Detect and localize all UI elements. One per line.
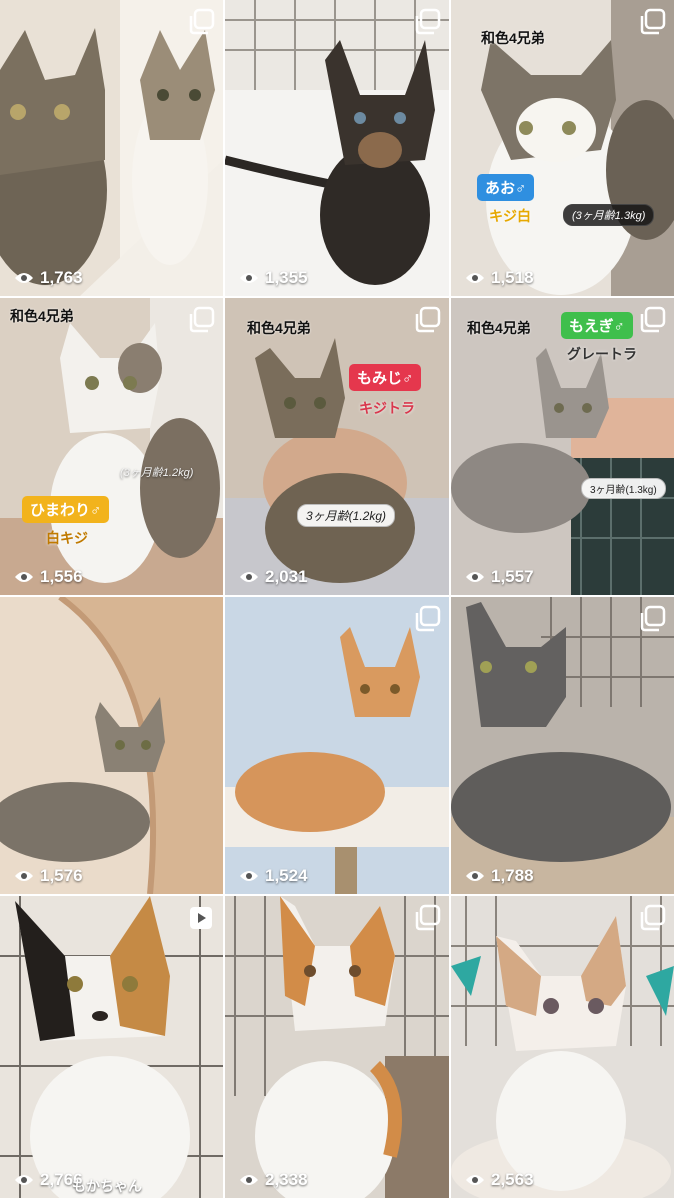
grid-tile[interactable]: 1,763 bbox=[0, 0, 223, 296]
cat-name-tag: もみじ♂ bbox=[349, 364, 422, 391]
view-count-text: 1,763 bbox=[40, 268, 83, 287]
grid-tile[interactable]: 1,355 bbox=[225, 0, 449, 296]
coat-pattern: グレートラ bbox=[567, 346, 637, 362]
eye-icon bbox=[239, 570, 259, 584]
tile-image bbox=[451, 597, 674, 894]
grid-tile[interactable]: 2,766 もかちゃん bbox=[0, 896, 223, 1198]
cat-name-caption: もかちゃん bbox=[72, 1178, 142, 1194]
grid-tile[interactable]: 1,788 bbox=[451, 597, 674, 894]
tile-image bbox=[225, 0, 449, 296]
eye-icon bbox=[465, 1173, 485, 1187]
grid-tile[interactable]: 2,338 bbox=[225, 896, 449, 1198]
coat-pattern: 白キジ bbox=[46, 530, 88, 546]
play-icon bbox=[187, 904, 215, 932]
grid-tile[interactable]: 和色4兄弟 もえぎ♂ グレートラ 3ヶ月齢(1.3kg) 1,557 bbox=[451, 298, 674, 595]
grid-tile[interactable]: 1,524 bbox=[225, 597, 449, 894]
multi-photo-icon bbox=[413, 904, 441, 932]
grid-tile[interactable]: 1,576 bbox=[0, 597, 223, 894]
view-count: 1,788 bbox=[465, 866, 534, 886]
view-count: 1,763 bbox=[14, 268, 83, 288]
cat-name-tag: ひまわり♂ bbox=[22, 496, 110, 523]
coat-pattern: キジトラ bbox=[359, 400, 415, 416]
view-count: 1,524 bbox=[239, 866, 308, 886]
view-count: 1,576 bbox=[14, 866, 83, 886]
post-caption: 和色4兄弟 bbox=[247, 320, 311, 336]
multi-photo-icon bbox=[638, 306, 666, 334]
cat-name-tag: もえぎ♂ bbox=[561, 312, 633, 339]
grid-tile[interactable]: 和色4兄弟 もみじ♂ キジトラ 3ヶ月齢(1.2kg) 2,031 bbox=[225, 298, 449, 595]
view-count-text: 1,788 bbox=[491, 866, 534, 885]
view-count: 1,557 bbox=[465, 567, 534, 587]
multi-photo-icon bbox=[638, 8, 666, 36]
eye-icon bbox=[239, 271, 259, 285]
tile-image bbox=[451, 896, 674, 1198]
view-count: 2,338 bbox=[239, 1170, 308, 1190]
eye-icon bbox=[14, 570, 34, 584]
multi-photo-icon bbox=[413, 306, 441, 334]
post-caption: 和色4兄弟 bbox=[481, 30, 545, 46]
tile-image bbox=[225, 597, 449, 894]
age-weight-label: 3ヶ月齢(1.2kg) bbox=[297, 504, 396, 527]
multi-photo-icon bbox=[187, 306, 215, 334]
eye-icon bbox=[14, 1173, 34, 1187]
eye-icon bbox=[465, 869, 485, 883]
eye-icon bbox=[239, 1173, 259, 1187]
eye-icon bbox=[14, 271, 34, 285]
view-count-text: 1,557 bbox=[491, 567, 534, 586]
age-weight-label: (3ヶ月齢1.3kg) bbox=[563, 204, 655, 226]
multi-photo-icon bbox=[638, 904, 666, 932]
tile-image bbox=[0, 896, 223, 1198]
tile-image bbox=[451, 298, 674, 595]
multi-photo-icon bbox=[187, 8, 215, 36]
view-count: 2,031 bbox=[239, 567, 308, 587]
view-count-text: 1,576 bbox=[40, 866, 83, 885]
tile-image bbox=[0, 0, 223, 296]
grid-tile[interactable]: 和色4兄弟 あお♂ キジ白 (3ヶ月齢1.3kg) 1,518 bbox=[451, 0, 674, 296]
tile-image bbox=[0, 298, 223, 595]
reel-grid: 1,763 1,355 和色4兄弟 あお♂ キジ白 (3ヶ月齢1.3kg) 1,… bbox=[0, 0, 674, 1200]
view-count-text: 2,031 bbox=[265, 567, 308, 586]
view-count: 1,355 bbox=[239, 268, 308, 288]
grid-tile[interactable]: 2,563 bbox=[451, 896, 674, 1198]
eye-icon bbox=[465, 271, 485, 285]
eye-icon bbox=[465, 570, 485, 584]
view-count-text: 1,556 bbox=[40, 567, 83, 586]
view-count-text: 2,338 bbox=[265, 1170, 308, 1189]
coat-pattern: キジ白 bbox=[489, 208, 531, 224]
cat-name-tag: あお♂ bbox=[477, 174, 535, 201]
age-weight-label: (3ヶ月齢1.2kg) bbox=[120, 467, 194, 479]
post-caption: 和色4兄弟 bbox=[10, 308, 74, 324]
grid-tile[interactable]: 和色4兄弟 (3ヶ月齢1.2kg) ひまわり♂ 白キジ 1,556 bbox=[0, 298, 223, 595]
post-caption: 和色4兄弟 bbox=[467, 320, 531, 336]
view-count-text: 1,355 bbox=[265, 268, 308, 287]
view-count-text: 1,524 bbox=[265, 866, 308, 885]
view-count-text: 2,563 bbox=[491, 1170, 534, 1189]
view-count: 2,563 bbox=[465, 1170, 534, 1190]
tile-image bbox=[0, 597, 223, 894]
view-count: 1,556 bbox=[14, 567, 83, 587]
age-weight-label: 3ヶ月齢(1.3kg) bbox=[581, 478, 666, 499]
eye-icon bbox=[239, 869, 259, 883]
tile-image bbox=[225, 896, 449, 1198]
multi-photo-icon bbox=[413, 605, 441, 633]
view-count-text: 1,518 bbox=[491, 268, 534, 287]
view-count: 1,518 bbox=[465, 268, 534, 288]
multi-photo-icon bbox=[413, 8, 441, 36]
eye-icon bbox=[14, 869, 34, 883]
tile-image bbox=[225, 298, 449, 595]
multi-photo-icon bbox=[638, 605, 666, 633]
